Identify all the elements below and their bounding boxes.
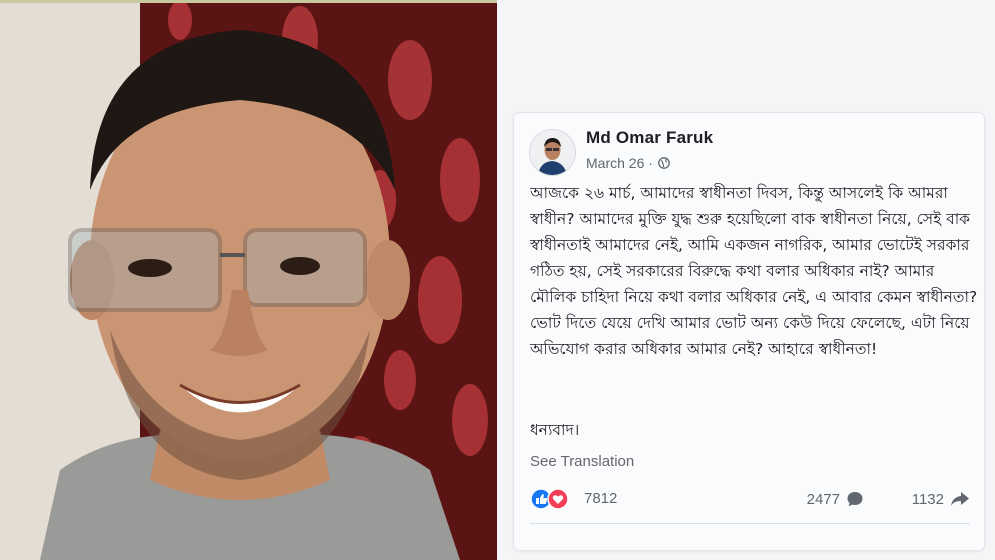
comment-count: 2477 <box>806 490 840 508</box>
top-strip <box>0 0 497 3</box>
comment-stat[interactable]: 2477 <box>807 490 864 508</box>
profile-photo <box>0 0 497 560</box>
post-stats-bar: 7812 2477 1132 <box>530 486 970 516</box>
facebook-post-card: Md Omar Faruk March 26 · আজকে ২৬ মার্চ, … <box>513 112 985 551</box>
post-date[interactable]: March 26 · <box>586 155 653 171</box>
share-count: 1132 <box>911 490 944 508</box>
stats-divider <box>530 523 970 524</box>
man-portrait-image <box>0 0 497 560</box>
share-stat[interactable]: 1132 <box>912 490 970 508</box>
post-signoff: ধন্যবাদ। <box>530 421 580 439</box>
love-icon <box>547 488 569 510</box>
author-avatar[interactable] <box>529 129 576 176</box>
share-icon <box>951 492 969 506</box>
see-translation-link[interactable]: See Translation <box>530 453 634 470</box>
globe-icon <box>658 157 670 169</box>
reaction-count[interactable]: 7812 <box>584 490 617 507</box>
author-avatar-image <box>530 130 575 175</box>
post-meta: March 26 · <box>586 155 670 171</box>
post-body-text: আজকে ২৬ মার্চ, আমাদের স্বাধীনতা দিবস, কি… <box>530 184 983 358</box>
comment-icon <box>847 492 863 507</box>
reaction-icons[interactable] <box>530 488 570 510</box>
author-name[interactable]: Md Omar Faruk <box>586 128 713 148</box>
